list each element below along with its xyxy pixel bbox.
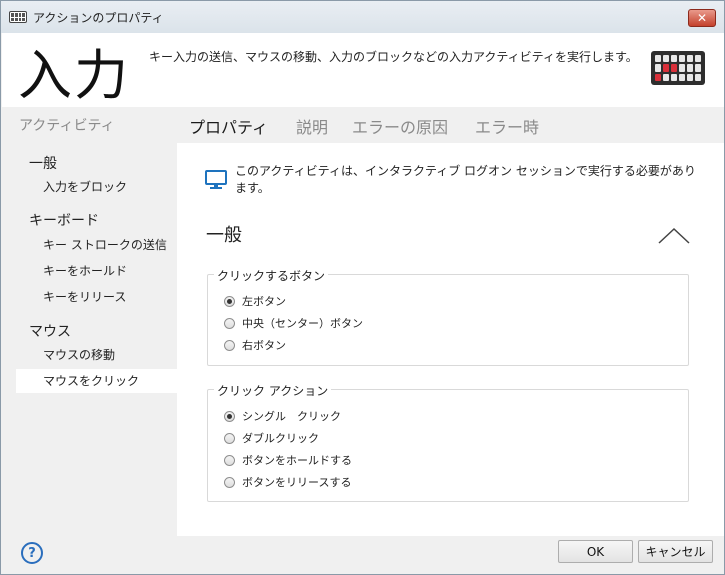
- page-title: 入力: [18, 44, 130, 107]
- radio-single-click[interactable]: シングル クリック: [224, 408, 341, 424]
- radio-label: 左ボタン: [242, 295, 286, 308]
- title-bar[interactable]: アクションのプロパティ ✕: [1, 1, 724, 33]
- radio-left-button[interactable]: 左ボタン: [224, 293, 286, 309]
- properties-panel: このアクティビティは、インタラクティブ ログオン セッションで実行する必要があり…: [177, 143, 724, 536]
- sidebar-item-release-key[interactable]: キーをリリース: [16, 285, 177, 309]
- radio-indicator[interactable]: [224, 476, 235, 488]
- chevron-up-icon[interactable]: [657, 225, 691, 247]
- radio-indicator[interactable]: [224, 295, 235, 307]
- radio-label: ボタンをリリースする: [242, 476, 352, 489]
- ok-button[interactable]: OK: [558, 540, 633, 563]
- radio-right-button[interactable]: 右ボタン: [224, 337, 286, 353]
- cancel-button[interactable]: キャンセル: [638, 540, 713, 563]
- radio-label: 右ボタン: [242, 339, 286, 352]
- click-action-group: クリック アクション シングル クリック ダブルクリック ボタンをホールドする …: [207, 382, 689, 502]
- radio-label: ダブルクリック: [242, 432, 319, 445]
- tab-properties[interactable]: プロパティ: [189, 114, 268, 138]
- header-banner: 入力 キー入力の送信、マウスの移動、入力のブロックなどの入力アクティビティを実行…: [2, 33, 724, 107]
- properties-dialog: アクションのプロパティ ✕ 入力 キー入力の送信、マウスの移動、入力のブロックな…: [0, 0, 725, 575]
- radio-middle-button[interactable]: 中央（センター）ボタン: [224, 315, 363, 331]
- radio-label: シングル クリック: [242, 410, 341, 423]
- sidebar-item-hold-key[interactable]: キーをホールド: [16, 259, 177, 283]
- radio-indicator[interactable]: [224, 339, 235, 351]
- sidebar-item-move-mouse[interactable]: マウスの移動: [16, 343, 177, 367]
- radio-indicator[interactable]: [224, 432, 235, 444]
- help-icon[interactable]: ?: [21, 542, 43, 564]
- mouse-button-group: クリックするボタン 左ボタン 中央（センター）ボタン 右ボタン: [207, 267, 689, 366]
- radio-indicator[interactable]: [224, 317, 235, 329]
- sidebar-group-mouse: マウス: [29, 324, 71, 340]
- close-icon: ✕: [696, 11, 708, 25]
- keyboard-icon: [651, 51, 705, 85]
- sidebar-item-block-input[interactable]: 入力をブロック: [16, 175, 177, 199]
- radio-hold-button[interactable]: ボタンをホールドする: [224, 452, 352, 468]
- mouse-button-group-label: クリックするボタン: [214, 267, 329, 284]
- tab-description[interactable]: 説明: [296, 114, 328, 138]
- click-action-group-label: クリック アクション: [214, 382, 332, 399]
- monitor-icon: [205, 170, 227, 189]
- sidebar-item-send-keystrokes[interactable]: キー ストロークの送信: [16, 233, 177, 257]
- radio-label: ボタンをホールドする: [242, 454, 352, 467]
- close-button[interactable]: ✕: [688, 9, 716, 27]
- sidebar-group-keyboard: キーボード: [29, 213, 99, 229]
- radio-indicator[interactable]: [224, 410, 235, 422]
- tab-error-causes[interactable]: エラーの原因: [352, 114, 448, 138]
- section-title: 一般: [206, 225, 242, 246]
- window-title: アクションのプロパティ: [33, 10, 164, 25]
- sidebar-group-general: 一般: [29, 156, 57, 172]
- interactive-session-notice: このアクティビティは、インタラクティブ ログオン セッションで実行する必要があり…: [235, 164, 696, 195]
- header-description: キー入力の送信、マウスの移動、入力のブロックなどの入力アクティビティを実行します…: [149, 50, 638, 64]
- radio-label: 中央（センター）ボタン: [242, 317, 363, 330]
- tab-on-error[interactable]: エラー時: [475, 114, 539, 138]
- sidebar-item-click-mouse[interactable]: マウスをクリック: [16, 369, 177, 393]
- radio-double-click[interactable]: ダブルクリック: [224, 430, 319, 446]
- radio-indicator[interactable]: [224, 454, 235, 466]
- sidebar-caption: アクティビティ: [19, 118, 115, 134]
- keyboard-icon: [9, 11, 27, 23]
- radio-release-button[interactable]: ボタンをリリースする: [224, 474, 351, 490]
